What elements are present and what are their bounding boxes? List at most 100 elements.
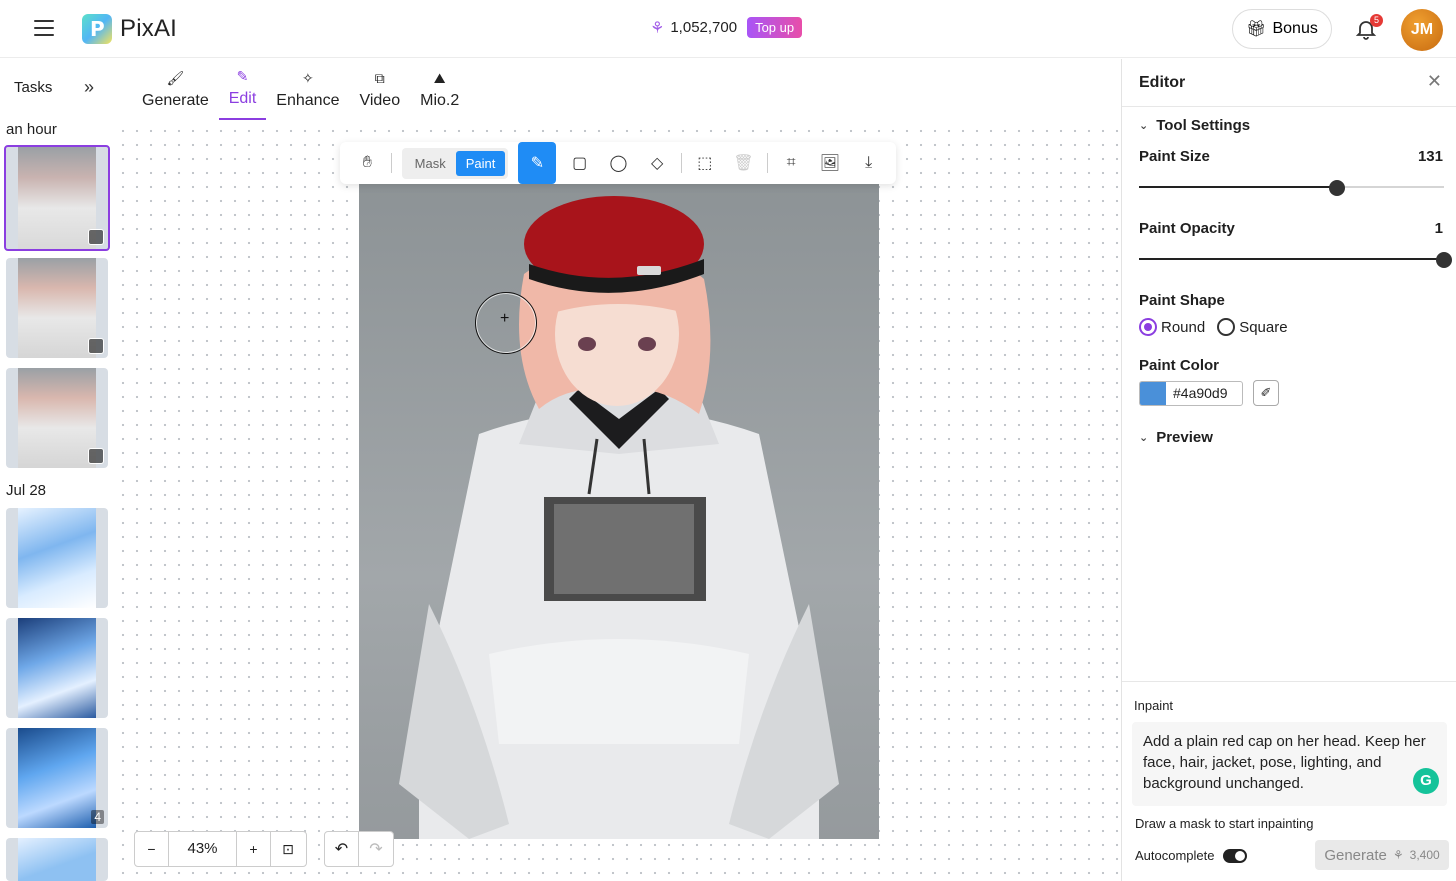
paint-size-slider[interactable] xyxy=(1139,180,1444,196)
character-illustration xyxy=(399,196,839,839)
editor-panel: Editor ✕ ⌄ Tool Settings Paint Size 131 … xyxy=(1121,59,1456,881)
grammarly-icon[interactable]: G xyxy=(1413,768,1439,794)
autocomplete-row: Autocomplete xyxy=(1135,848,1247,863)
task-thumbnail[interactable] xyxy=(6,618,108,718)
shape-square-radio[interactable]: Square xyxy=(1217,318,1288,336)
image-icon[interactable]: 🖼︎ xyxy=(815,146,846,180)
toolbar-divider xyxy=(766,153,768,173)
brush-tool-icon[interactable]: ✎ xyxy=(518,142,557,184)
paint-opacity-value: 1 xyxy=(1434,220,1443,237)
eyedropper-icon[interactable]: ✐ xyxy=(1253,380,1279,406)
color-hex[interactable]: #4a90d9 xyxy=(1166,382,1235,405)
tab-enhance[interactable]: ✧ Enhance xyxy=(266,66,349,120)
task-thumbnail[interactable]: 4 xyxy=(6,728,108,828)
preview-toggle[interactable]: ⌄ Preview xyxy=(1139,429,1213,446)
tab-video[interactable]: ⧉ Video xyxy=(349,66,410,120)
edit-toolbar: ✋︎ Mask Paint ✎ ▢ ◯ ◇ ⬚ 🗑︎ ⌗ 🖼︎ ⤓ xyxy=(340,142,896,184)
task-sidebar: Tasks » an hour Jul 28 4 xyxy=(0,59,116,881)
task-thumbnail[interactable] xyxy=(6,508,108,608)
undo-icon[interactable]: ↶ xyxy=(325,832,360,866)
gift-icon: 🎁︎ xyxy=(1246,21,1267,38)
autocomplete-toggle[interactable] xyxy=(1222,848,1247,863)
top-bar: PixAI ⚘ 1,052,700 Top up 🎁︎ Bonus 5 JM xyxy=(0,0,1456,58)
fit-to-screen-icon[interactable]: ⊡ xyxy=(271,832,305,866)
chevron-down-icon: ⌄ xyxy=(1139,432,1149,444)
delete-icon[interactable]: 🗑︎ xyxy=(728,146,759,180)
zoom-in-icon[interactable]: + xyxy=(237,832,271,866)
mio-icon: ⛰︎ xyxy=(433,70,446,86)
editor-header: Editor ✕ xyxy=(1122,59,1456,107)
eraser-tool-icon[interactable]: ◇ xyxy=(642,146,673,180)
paint-shape-label: Paint Shape xyxy=(1139,292,1225,309)
radio-label: Round xyxy=(1161,318,1206,336)
toolbar-divider xyxy=(680,153,682,173)
tab-label: Generate xyxy=(142,92,209,109)
logo[interactable]: PixAI xyxy=(82,14,177,44)
slider-handle[interactable] xyxy=(1329,180,1346,196)
top-up-button[interactable]: Top up xyxy=(747,17,803,38)
pan-hand-icon[interactable]: ✋︎ xyxy=(352,146,383,180)
edit-badge-icon xyxy=(88,448,104,464)
task-thumbnail[interactable] xyxy=(6,838,108,881)
brush-cursor xyxy=(475,292,537,354)
paint-color-label: Paint Color xyxy=(1139,357,1220,374)
brush-icon: 🖌︎ xyxy=(166,70,185,86)
task-thumbnail[interactable] xyxy=(6,258,108,358)
zoom-controls: − 43% + ⊡ xyxy=(134,831,307,867)
notification-badge: 5 xyxy=(1370,14,1383,27)
tab-label: Enhance xyxy=(276,92,340,109)
close-icon[interactable]: ✕ xyxy=(1427,71,1442,92)
paint-size-label: Paint Size xyxy=(1139,148,1210,165)
color-field[interactable]: #4a90d9 xyxy=(1139,380,1243,406)
generate-label: Generate xyxy=(1324,846,1387,864)
mask-mode-button[interactable]: Mask xyxy=(405,151,456,176)
tab-edit[interactable]: ✎ Edit xyxy=(218,66,267,120)
avatar[interactable]: JM xyxy=(1401,9,1443,51)
mask-hint: Draw a mask to start inpainting xyxy=(1135,816,1314,831)
tool-settings-toggle[interactable]: ⌄ Tool Settings xyxy=(1139,117,1250,134)
editor-title: Editor xyxy=(1139,74,1186,91)
select-all-icon[interactable]: ⬚ xyxy=(689,146,720,180)
bonus-label: Bonus xyxy=(1272,20,1318,37)
generate-button[interactable]: Generate ⚘ 3,400 xyxy=(1315,840,1449,870)
expand-sidebar-icon[interactable]: » xyxy=(84,77,94,98)
color-swatch[interactable] xyxy=(1140,381,1166,405)
bonus-button[interactable]: 🎁︎ Bonus xyxy=(1232,9,1332,49)
credit-icon: ⚘ xyxy=(650,19,665,37)
stack-count-badge: 4 xyxy=(91,810,104,824)
inpaint-label: Inpaint xyxy=(1134,698,1174,713)
group-label: Jul 28 xyxy=(6,482,47,499)
tab-generate[interactable]: 🖌︎ Generate xyxy=(132,66,219,120)
generate-cost: 3,400 xyxy=(1409,848,1440,862)
tab-label: Edit xyxy=(228,90,257,107)
mask-paint-toggle: Mask Paint xyxy=(401,147,509,179)
task-thumbnail[interactable] xyxy=(6,368,108,468)
tab-label: Video xyxy=(359,92,401,109)
preview-label: Preview xyxy=(1156,429,1213,446)
history-controls: ↶ ↷ xyxy=(324,831,394,867)
shape-round-radio[interactable]: Round xyxy=(1139,318,1205,336)
zoom-out-icon[interactable]: − xyxy=(135,832,169,866)
tab-label: Mio.2 xyxy=(420,92,460,109)
download-icon[interactable]: ⤓ xyxy=(853,146,884,180)
tab-mio[interactable]: ⛰︎ Mio.2 xyxy=(410,66,469,120)
redo-icon[interactable]: ↷ xyxy=(359,832,393,866)
edit-badge-icon xyxy=(88,229,104,245)
pencil-icon: ✎ xyxy=(236,68,249,84)
paint-shape-options: Round Square xyxy=(1139,318,1288,336)
chevron-down-icon: ⌄ xyxy=(1139,120,1149,132)
paint-opacity-label: Paint Opacity xyxy=(1139,220,1235,237)
menu-icon[interactable] xyxy=(34,20,54,38)
rectangle-tool-icon[interactable]: ▢ xyxy=(564,146,595,180)
paint-opacity-slider[interactable] xyxy=(1139,252,1452,268)
tasks-label: Tasks xyxy=(14,79,53,96)
radio-selected-icon xyxy=(1139,318,1157,336)
radio-empty-icon xyxy=(1217,318,1236,336)
edit-image[interactable] xyxy=(359,184,879,839)
paint-mode-button[interactable]: Paint xyxy=(455,150,506,176)
slider-handle[interactable] xyxy=(1436,252,1452,268)
lasso-tool-icon[interactable]: ◯ xyxy=(603,146,634,180)
inpaint-prompt-input[interactable]: Add a plain red cap on her head. Keep he… xyxy=(1132,722,1447,806)
task-thumbnail[interactable] xyxy=(4,145,110,251)
crop-icon[interactable]: ⌗ xyxy=(776,146,807,180)
